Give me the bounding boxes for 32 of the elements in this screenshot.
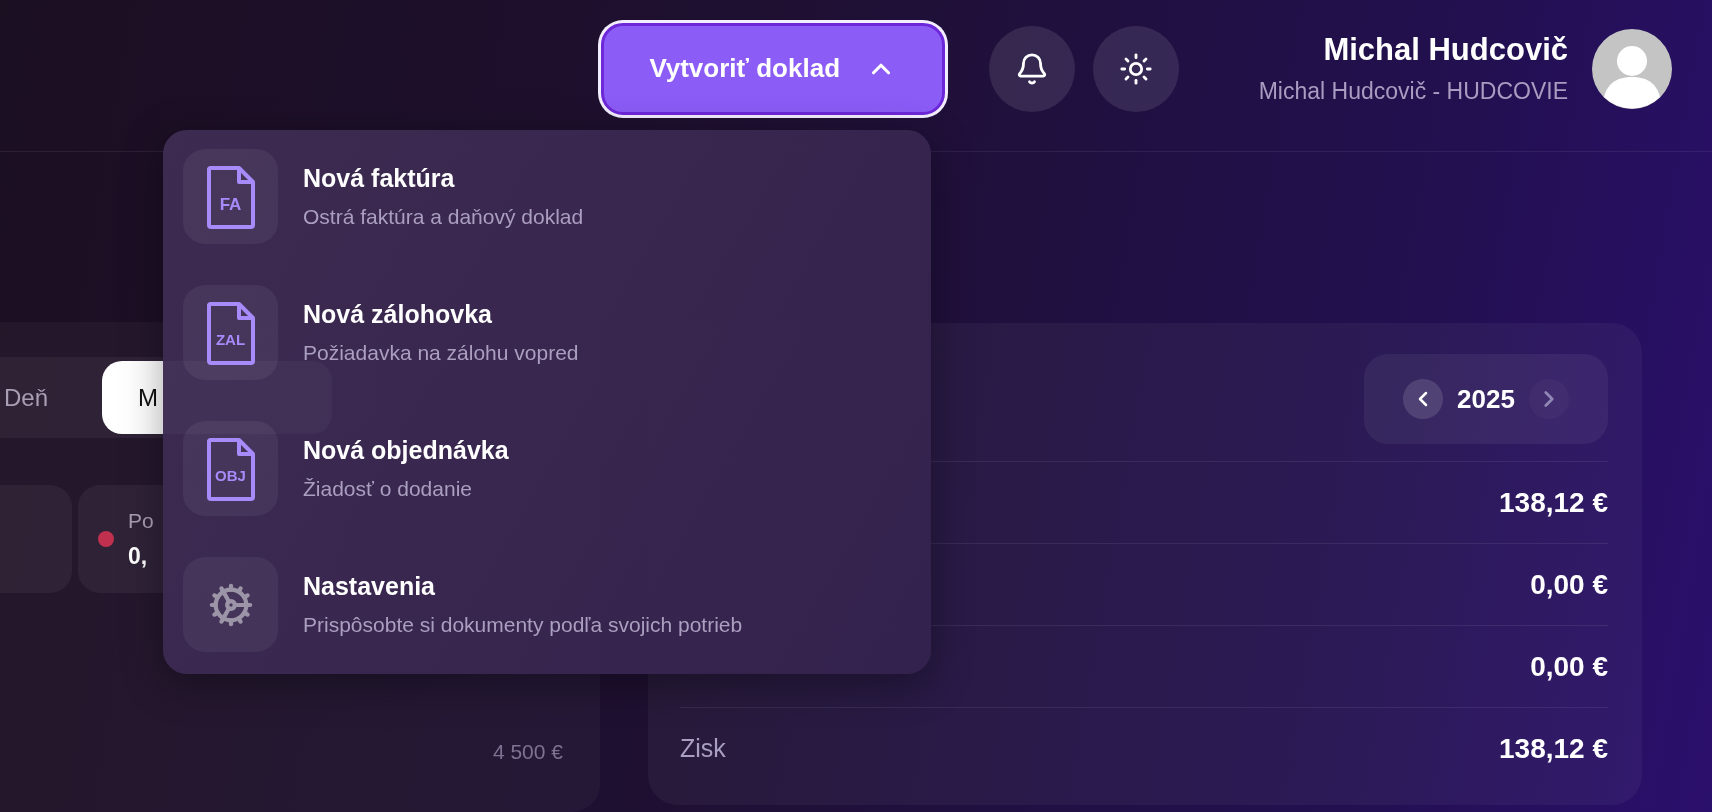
summary-value: 0,00 € [1530, 568, 1608, 601]
period-tab[interactable]: Deň [0, 357, 80, 438]
document-icon [205, 164, 256, 229]
document-icon [205, 436, 256, 501]
sun-icon [1118, 51, 1153, 86]
document-type-label: FA [219, 195, 242, 215]
gear-icon [207, 581, 254, 628]
limit-label: 4 500 € [492, 740, 563, 764]
stat-value: 0, [128, 542, 149, 570]
summary-value: 0,00 € [1530, 650, 1608, 683]
stat-label: Po [128, 508, 154, 533]
menu-item-description: Žiadosť o dodanie [303, 477, 473, 501]
summary-label: Zisk [680, 734, 726, 763]
previous-year-button[interactable] [1403, 379, 1444, 419]
document-icon [205, 300, 256, 365]
menu-item-description: Prispôsobte si dokumenty podľa svojich potrieb [303, 613, 743, 637]
next-year-button[interactable] [1528, 379, 1569, 419]
year-label: 2025 [1457, 383, 1515, 415]
menu-item-title[interactable]: Nastavenia [303, 572, 743, 601]
user-name: Michal Hudcovič [1323, 32, 1568, 68]
menu-item-title[interactable]: Nová zálohovka [303, 300, 579, 329]
menu-item-description: Ostrá faktúra a daňový doklad [303, 205, 584, 229]
avatar[interactable] [1592, 28, 1672, 109]
summary-value: 138,12 € [1499, 486, 1608, 519]
summary-value: 138,12 € [1499, 732, 1608, 765]
company-name: Michal Hudcovič - HUDCOVIE [1258, 78, 1568, 105]
menu-item-description: Požiadavka na zálohu vopred [303, 341, 579, 365]
create-document-button[interactable]: Vytvoriť doklad [600, 22, 945, 115]
document-type-label: OBJ [215, 467, 246, 484]
document-type-label: ZAL [215, 331, 246, 348]
menu-item-title[interactable]: Nová faktúra [303, 164, 584, 193]
menu-item-title[interactable]: Nová objednávka [303, 436, 509, 465]
